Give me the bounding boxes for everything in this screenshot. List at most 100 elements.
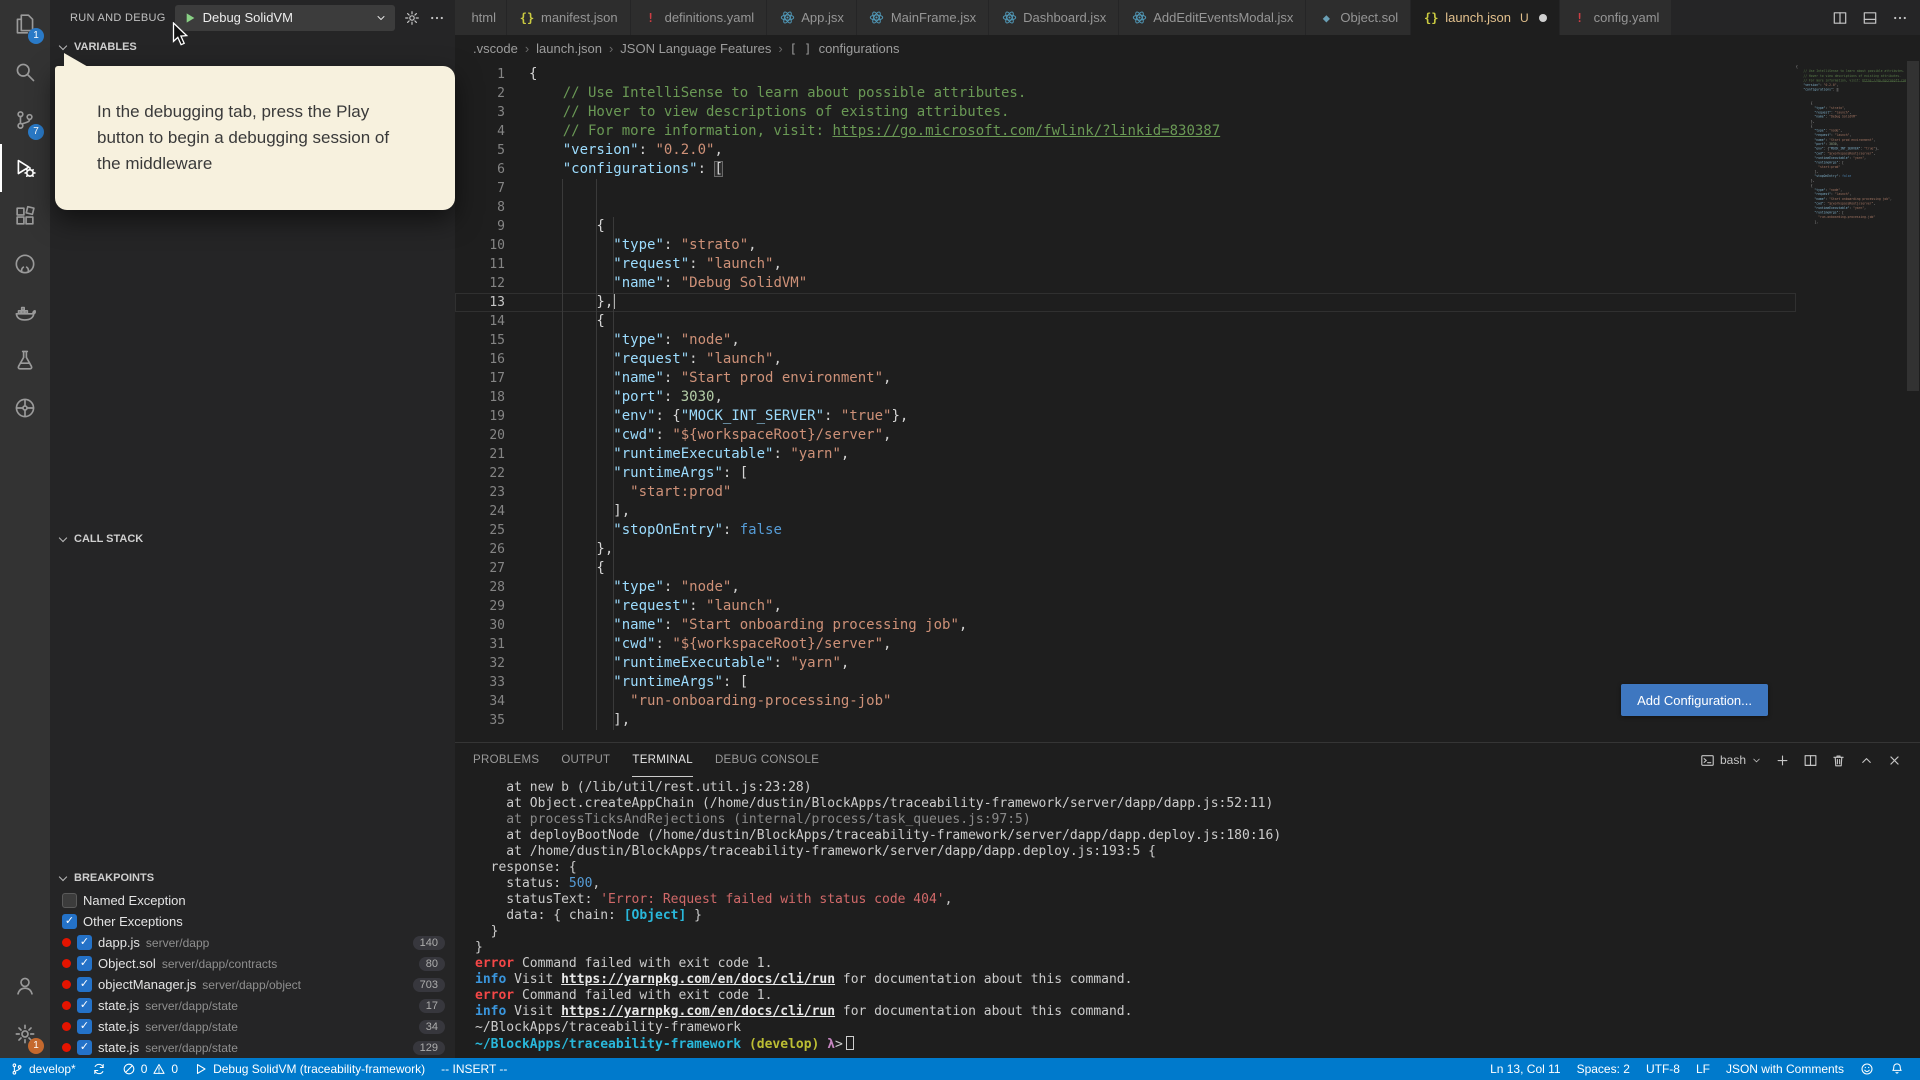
code-line[interactable]: 35 ],	[455, 711, 1796, 730]
line-number[interactable]: 4	[455, 122, 505, 141]
activity-docker[interactable]	[0, 288, 50, 336]
code-line[interactable]: 14 {	[455, 312, 1796, 331]
close-panel-button[interactable]	[1887, 753, 1902, 768]
code-line[interactable]: 29 "request": "launch",	[455, 597, 1796, 616]
tab-App.jsx[interactable]: App.jsx	[767, 0, 857, 35]
status-language-mode[interactable]: JSON with Comments	[1718, 1058, 1852, 1080]
line-number[interactable]: 21	[455, 445, 505, 464]
status-cursor-position[interactable]: Ln 13, Col 11	[1482, 1058, 1569, 1080]
code-line[interactable]: 16 "request": "launch",	[455, 350, 1796, 369]
line-number[interactable]: 10	[455, 236, 505, 255]
breakpoint-row[interactable]: Named Exception	[50, 890, 455, 911]
debug-config-select[interactable]: Debug SolidVM	[174, 4, 395, 31]
status-git-branch[interactable]: develop*	[2, 1058, 84, 1080]
activity-search[interactable]	[0, 48, 50, 96]
line-number[interactable]: 5	[455, 141, 505, 160]
code-line[interactable]: 24 ],	[455, 502, 1796, 521]
tab-MainFrame.jsx[interactable]: MainFrame.jsx	[856, 0, 990, 35]
sidebar-more-actions-button[interactable]	[429, 10, 445, 26]
split-terminal-button[interactable]	[1803, 753, 1818, 768]
line-number[interactable]: 9	[455, 217, 505, 236]
activity-settings[interactable]: 1	[0, 1010, 50, 1058]
line-number[interactable]: 31	[455, 635, 505, 654]
code-line[interactable]: 23 "start:prod"	[455, 483, 1796, 502]
code-line[interactable]: 28 "type": "node",	[455, 578, 1796, 597]
line-number[interactable]: 17	[455, 369, 505, 388]
code-line[interactable]: 4 // For more information, visit: https:…	[455, 122, 1796, 141]
code-line[interactable]: 22 "runtimeArgs": [	[455, 464, 1796, 483]
code-line[interactable]: 1{	[455, 65, 1796, 84]
line-number[interactable]: 24	[455, 502, 505, 521]
tab-definitions.yaml[interactable]: ! definitions.yaml	[630, 0, 768, 35]
line-number[interactable]: 8	[455, 198, 505, 217]
status-sync[interactable]	[84, 1058, 114, 1080]
breakpoints-section-header[interactable]: BREAKPOINTS	[50, 866, 455, 890]
line-number[interactable]: 13	[455, 293, 505, 312]
line-number[interactable]: 3	[455, 103, 505, 122]
code-line[interactable]: 7	[455, 179, 1796, 198]
code-line[interactable]: 30 "name": "Start onboarding processing …	[455, 616, 1796, 635]
line-number[interactable]: 2	[455, 84, 505, 103]
code-line[interactable]: 2 // Use IntelliSense to learn about pos…	[455, 84, 1796, 103]
panel-tab-terminal[interactable]: TERMINAL	[632, 743, 693, 777]
code-line[interactable]: 15 "type": "node",	[455, 331, 1796, 350]
code-line[interactable]: 25 "stopOnEntry": false	[455, 521, 1796, 540]
status-notifications[interactable]	[1882, 1058, 1912, 1080]
status-debug-status[interactable]: Debug SolidVM (traceability-framework)	[186, 1058, 433, 1080]
code-line[interactable]: 27 {	[455, 559, 1796, 578]
code-line[interactable]: 18 "port": 3030,	[455, 388, 1796, 407]
variables-section-header[interactable]: VARIABLES	[50, 35, 455, 59]
status-feedback[interactable]	[1852, 1058, 1882, 1080]
terminal-output[interactable]: at new b (/lib/util/rest.util.js:23:28) …	[455, 777, 1920, 1058]
code-line[interactable]: 31 "cwd": "${workspaceRoot}/server",	[455, 635, 1796, 654]
panel-tab-output[interactable]: OUTPUT	[561, 743, 610, 777]
line-number[interactable]: 18	[455, 388, 505, 407]
line-number[interactable]: 6	[455, 160, 505, 179]
breakpoint-checkbox[interactable]	[62, 893, 77, 908]
activity-source-control[interactable]: 7	[0, 96, 50, 144]
panel-tab-debug-console[interactable]: DEBUG CONSOLE	[715, 743, 819, 777]
line-number[interactable]: 1	[455, 65, 505, 84]
code-line[interactable]: 34 "run-onboarding-processing-job"	[455, 692, 1796, 711]
line-number[interactable]: 27	[455, 559, 505, 578]
shell-selector[interactable]: bash	[1700, 753, 1762, 768]
split-editor-button[interactable]	[1832, 10, 1848, 26]
code-line[interactable]: 10 "type": "strato",	[455, 236, 1796, 255]
code-line[interactable]: 11 "request": "launch",	[455, 255, 1796, 274]
breadcrumb-item-.vscode[interactable]: .vscode	[473, 41, 518, 56]
line-number[interactable]: 33	[455, 673, 505, 692]
tab-Object.sol[interactable]: ◆ Object.sol	[1306, 0, 1412, 35]
code-line[interactable]: 6 "configurations": [	[455, 160, 1796, 179]
line-number[interactable]: 14	[455, 312, 505, 331]
line-number[interactable]: 11	[455, 255, 505, 274]
panel-tab-problems[interactable]: PROBLEMS	[473, 743, 539, 777]
breadcrumb-item-JSON Language Features[interactable]: JSON Language Features	[620, 41, 771, 56]
line-number[interactable]: 35	[455, 711, 505, 730]
code-line[interactable]: 20 "cwd": "${workspaceRoot}/server",	[455, 426, 1796, 445]
line-number[interactable]: 30	[455, 616, 505, 635]
code-line[interactable]: 21 "runtimeExecutable": "yarn",	[455, 445, 1796, 464]
line-number[interactable]: 20	[455, 426, 505, 445]
breakpoint-row[interactable]: ✓ state.js server/dapp/state 17	[50, 995, 455, 1016]
tab-Dashboard.jsx[interactable]: Dashboard.jsx	[989, 0, 1120, 35]
layout-button[interactable]	[1862, 10, 1878, 26]
activity-extensions[interactable]	[0, 192, 50, 240]
breakpoint-row[interactable]: ✓ Other Exceptions	[50, 911, 455, 932]
line-number[interactable]: 34	[455, 692, 505, 711]
call-stack-section-header[interactable]: CALL STACK	[50, 527, 455, 551]
status-problems[interactable]: 00	[114, 1058, 186, 1080]
tab-launch.json[interactable]: {} launch.json U	[1411, 0, 1560, 35]
line-number[interactable]: 7	[455, 179, 505, 198]
activity-kubernetes[interactable]	[0, 384, 50, 432]
code-line[interactable]: 32 "runtimeExecutable": "yarn",	[455, 654, 1796, 673]
status-indentation[interactable]: Spaces: 2	[1569, 1058, 1638, 1080]
code-line[interactable]: 13 },	[455, 293, 1796, 312]
open-launch-json-button[interactable]	[404, 10, 420, 26]
maximize-panel-button[interactable]	[1859, 753, 1874, 768]
more-button[interactable]	[1892, 10, 1908, 26]
line-number[interactable]: 25	[455, 521, 505, 540]
breakpoint-checkbox[interactable]: ✓	[77, 1040, 92, 1055]
breakpoint-checkbox[interactable]: ✓	[77, 998, 92, 1013]
line-number[interactable]: 15	[455, 331, 505, 350]
activity-explorer[interactable]: 1	[0, 0, 50, 48]
